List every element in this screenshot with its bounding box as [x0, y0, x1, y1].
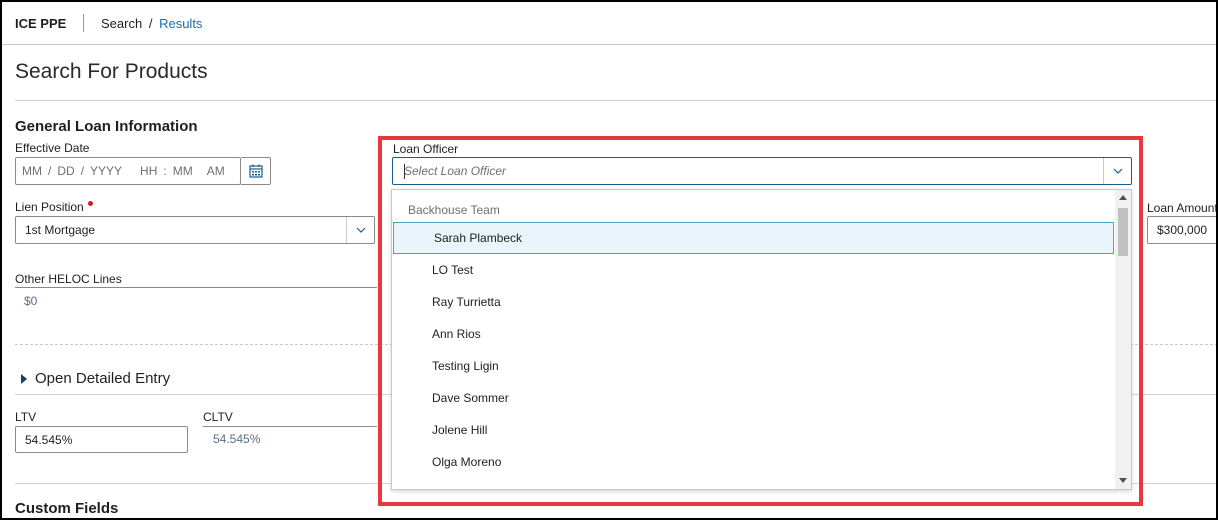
other-heloc-label: Other HELOC Lines [15, 272, 122, 286]
dropdown-group-header: Backhouse Team [408, 203, 500, 217]
header-divider [83, 14, 84, 32]
breadcrumb-separator: / [148, 16, 153, 31]
loan-officer-placeholder: Select Loan Officer [404, 164, 507, 178]
loan-officer-dropdown[interactable]: Backhouse Team Sarah Plambeck LO Test Ra… [391, 189, 1132, 490]
minute-placeholder: MM [172, 164, 193, 178]
chevron-down-icon[interactable] [1103, 158, 1131, 184]
loan-amount-input[interactable]: $300,000 [1147, 216, 1216, 244]
time-colon: : [163, 164, 167, 178]
day-placeholder: DD [57, 164, 75, 178]
breadcrumb-results[interactable]: Results [159, 16, 202, 31]
other-heloc-underline [15, 287, 377, 288]
dropdown-option[interactable]: Testing Ligin [392, 350, 1114, 382]
month-placeholder: MM [22, 164, 42, 178]
lien-position-value: 1st Mortgage [25, 223, 96, 237]
scroll-up-arrow-icon[interactable] [1119, 195, 1127, 200]
dropdown-option[interactable]: Sarah Plambeck [393, 222, 1114, 254]
ltv-label: LTV [15, 410, 37, 424]
dropdown-option[interactable]: LO Test [392, 254, 1114, 286]
ltv-input[interactable]: 54.545% [15, 426, 188, 453]
page-title: Search For Products [15, 60, 208, 83]
scrollbar-thumb[interactable] [1118, 208, 1128, 256]
lien-position-select[interactable]: 1st Mortgage [15, 216, 375, 244]
date-sep-2: / [80, 164, 85, 178]
cltv-label: CLTV [203, 410, 233, 424]
breadcrumb: Search / Results [101, 16, 202, 31]
text-cursor [404, 164, 405, 179]
date-sep-1: / [48, 164, 52, 178]
title-divider [15, 100, 1216, 101]
app-frame: ICE PPE Search / Results Search For Prod… [0, 0, 1218, 520]
other-heloc-value: $0 [24, 294, 38, 308]
loan-amount-label: Loan Amount [1147, 201, 1218, 215]
lien-position-label-text: Lien Position [15, 200, 84, 214]
calendar-icon [248, 164, 263, 178]
hour-placeholder: HH [140, 164, 158, 178]
breadcrumb-search[interactable]: Search [101, 16, 142, 31]
open-detailed-entry-toggle[interactable]: Open Detailed Entry [21, 370, 170, 387]
chevron-down-icon [346, 217, 374, 243]
general-loan-info-heading: General Loan Information [15, 118, 198, 135]
dropdown-option[interactable]: Ray Turrietta [392, 286, 1114, 318]
dropdown-option[interactable]: Dave Sommer [392, 382, 1114, 414]
loan-officer-select[interactable]: Select Loan Officer [392, 157, 1132, 185]
ampm-placeholder: AM [206, 164, 225, 178]
app-name: ICE PPE [15, 16, 67, 31]
top-bar: ICE PPE Search / Results [2, 2, 1216, 45]
ltv-value: 54.545% [25, 432, 73, 447]
scroll-down-arrow-icon[interactable] [1119, 478, 1127, 483]
loan-amount-value: $300,000 [1157, 223, 1208, 237]
cltv-value: 54.545% [213, 432, 261, 446]
dropdown-scrollbar[interactable] [1115, 190, 1131, 489]
dropdown-option[interactable]: Ann Rios [392, 318, 1114, 350]
cltv-underline [203, 426, 377, 427]
required-indicator [87, 201, 93, 206]
year-placeholder: YYYY [90, 164, 123, 178]
dropdown-option[interactable]: Jolene Hill [392, 414, 1114, 446]
caret-right-icon [21, 373, 27, 384]
custom-fields-heading: Custom Fields [15, 500, 119, 517]
calendar-button[interactable] [241, 157, 271, 185]
effective-date-input[interactable]: MM / DD / YYYY HH : MM AM [15, 157, 241, 185]
open-detailed-entry-label: Open Detailed Entry [35, 370, 171, 387]
loan-officer-label: Loan Officer [393, 142, 459, 156]
effective-date-label: Effective Date [15, 141, 90, 155]
dropdown-option[interactable]: Olga Moreno [392, 446, 1114, 478]
lien-position-label: Lien Position [15, 200, 93, 214]
